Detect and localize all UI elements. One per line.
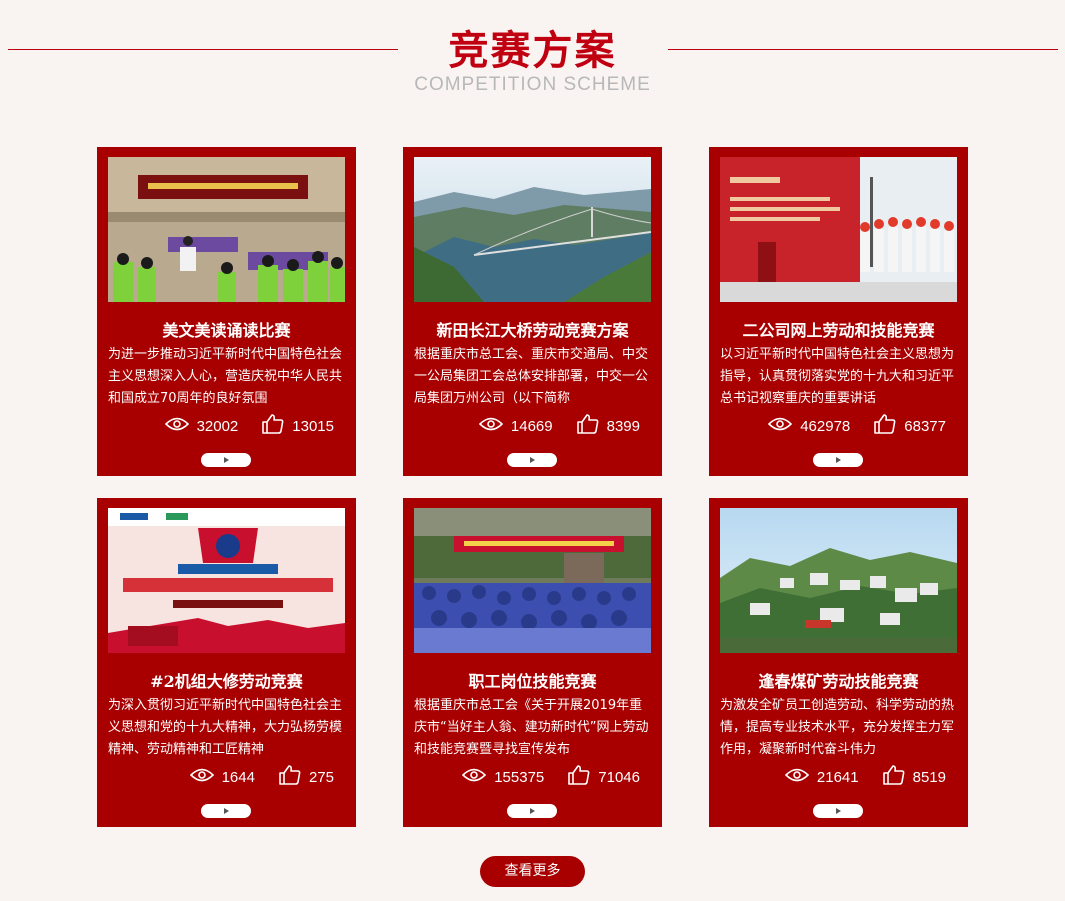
card-description: 以习近平新时代中国特色社会主义思想为指导，认真贯彻落实党的十九大和习近平总书记视… [720, 347, 955, 406]
thumbs-up-icon[interactable] [874, 414, 896, 438]
card-description: 为进一步推动习近平新时代中国特色社会主义思想深入人心，营造庆祝中华人民共和国成立… [108, 347, 343, 406]
like-count: 275 [308, 768, 334, 786]
thumbs-up-icon[interactable] [568, 765, 590, 789]
eye-icon [478, 416, 504, 436]
card-title[interactable]: 逢春煤矿劳动技能竞赛 [709, 668, 968, 692]
play-icon [529, 457, 535, 463]
eye-icon [189, 767, 214, 787]
like-count: 8519 [912, 768, 946, 786]
competition-card[interactable]: 逢春煤矿劳动技能竞赛 为激发全矿员工创造劳动、科学劳动的热情，提高专业技术水平，… [709, 498, 968, 827]
play-button[interactable] [201, 804, 251, 818]
view-count: 14669 [510, 417, 553, 435]
card-stats: 14669 8399 [478, 414, 640, 438]
section-title: 竞赛方案 [448, 27, 617, 74]
view-count: 32002 [196, 417, 239, 435]
like-count: 71046 [598, 768, 640, 786]
view-count: 462978 [800, 417, 851, 435]
view-count: 21641 [816, 768, 859, 786]
eye-icon [768, 416, 793, 436]
card-thumbnail[interactable] [108, 157, 345, 302]
card-stats: 32002 13015 [164, 414, 334, 438]
play-button[interactable] [201, 453, 251, 467]
card-description: 根据重庆市总工会《关于开展2019年重庆市“当好主人翁、建功新时代”网上劳动和技… [414, 698, 649, 757]
card-stats: 21641 8519 [784, 765, 946, 789]
play-icon [835, 808, 841, 814]
card-description: 为深入贯彻习近平新时代中国特色社会主义思想和党的十九大精神，大力弘扬劳模精神、劳… [108, 698, 343, 757]
view-more-button[interactable]: 查看更多 [480, 856, 585, 887]
competition-card[interactable]: 二公司网上劳动和技能竞赛 以习近平新时代中国特色社会主义思想为指导，认真贯彻落实… [709, 147, 968, 476]
thumbs-up-icon[interactable] [882, 765, 905, 789]
play-icon [835, 457, 841, 463]
play-icon [223, 457, 229, 463]
play-button[interactable] [507, 453, 557, 467]
thumbs-up-icon[interactable] [279, 765, 301, 789]
card-title[interactable]: 新田长江大桥劳动竞赛方案 [403, 317, 662, 341]
card-stats: 462978 68377 [768, 414, 946, 438]
section-header: 竞赛方案 COMPETITION SCHEME [0, 0, 1065, 110]
eye-icon [784, 767, 810, 787]
like-count: 68377 [904, 417, 946, 435]
card-thumbnail[interactable] [414, 508, 651, 653]
card-description: 为激发全矿员工创造劳动、科学劳动的热情，提高专业技术水平，充分发挥主力军作用，凝… [720, 698, 955, 757]
play-icon [529, 808, 535, 814]
card-thumbnail[interactable] [720, 157, 957, 302]
card-stats: 1644 275 [189, 765, 334, 789]
card-title[interactable]: 职工岗位技能竞赛 [403, 668, 662, 692]
like-count: 8399 [606, 417, 640, 435]
card-thumbnail[interactable] [108, 508, 345, 653]
view-count: 155375 [494, 768, 545, 786]
competition-card[interactable]: 美文美读诵读比赛 为进一步推动习近平新时代中国特色社会主义思想深入人心，营造庆祝… [97, 147, 356, 476]
eye-icon [462, 767, 487, 787]
play-button[interactable] [813, 804, 863, 818]
eye-icon [164, 416, 189, 436]
card-title[interactable]: 美文美读诵读比赛 [97, 317, 356, 341]
card-description: 根据重庆市总工会、重庆市交通局、中交一公局集团工会总体安排部署，中交一公局集团万… [414, 347, 649, 406]
competition-card[interactable]: 职工岗位技能竞赛 根据重庆市总工会《关于开展2019年重庆市“当好主人翁、建功新… [403, 498, 662, 827]
competition-card[interactable]: 新田长江大桥劳动竞赛方案 根据重庆市总工会、重庆市交通局、中交一公局集团工会总体… [403, 147, 662, 476]
section-subtitle: COMPETITION SCHEME [414, 74, 651, 95]
play-button[interactable] [813, 453, 863, 467]
card-title[interactable]: 二公司网上劳动和技能竞赛 [709, 317, 968, 341]
card-title[interactable]: #2机组大修劳动竞赛 [97, 668, 356, 692]
card-thumbnail[interactable] [414, 157, 651, 302]
play-button[interactable] [507, 804, 557, 818]
card-thumbnail[interactable] [720, 508, 957, 653]
thumbs-up-icon[interactable] [262, 414, 284, 438]
view-count: 1644 [221, 768, 255, 786]
like-count: 13015 [292, 417, 334, 435]
thumbs-up-icon[interactable] [576, 414, 599, 438]
competition-card[interactable]: #2机组大修劳动竞赛 为深入贯彻习近平新时代中国特色社会主义思想和党的十九大精神… [97, 498, 356, 827]
play-icon [223, 808, 229, 814]
card-stats: 155375 71046 [462, 765, 640, 789]
